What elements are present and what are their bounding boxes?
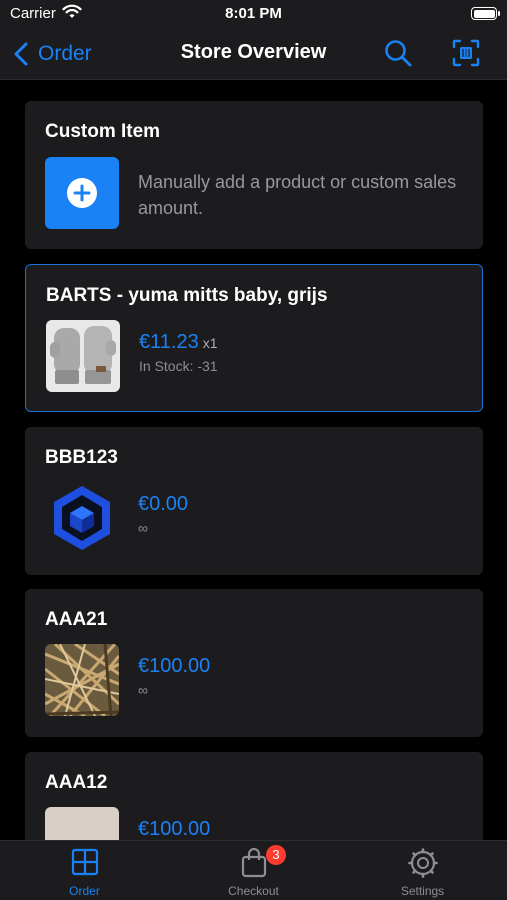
clock-time: 8:01 PM [225,5,282,22]
product-info: €11.23 x1 In Stock: -31 [139,331,218,374]
tab-order-label: Order [69,884,100,898]
product-stock: ∞ [138,520,148,536]
product-price: €100.00 [138,655,211,677]
tab-settings[interactable]: Settings [338,841,507,900]
gear-icon [407,848,438,878]
product-name: BBB123 [45,447,118,468]
tab-settings-label: Settings [400,884,445,898]
tab-order[interactable]: Order [0,841,169,900]
tab-checkout[interactable]: 3 Checkout [169,841,338,900]
tab-checkout-label: Checkout [228,884,279,898]
battery-icon [471,7,500,20]
bag-icon [241,848,266,878]
product-image [46,320,120,392]
tab-bar: Order 3 Checkout Settings [0,840,507,900]
product-image [45,644,119,716]
custom-item-description: Manually add a product or custom sales a… [138,172,457,218]
product-stock: ∞ [138,682,148,698]
product-info: €100.00 ∞ [138,655,210,698]
product-info: €100.00 [138,818,210,840]
product-card[interactable]: BBB123 €0.00 ∞ [25,427,483,575]
product-name: BARTS - yuma mitts baby, grijs [46,285,328,306]
product-price: €11.23 [139,331,199,353]
barcode-scanner-icon[interactable] [452,39,480,72]
search-icon[interactable] [384,39,412,72]
product-info: €0.00 ∞ [138,493,188,536]
product-name: AAA21 [45,609,108,630]
grid-icon [71,848,98,876]
product-card[interactable]: BARTS - yuma mitts baby, grijs €11.23 x1 … [25,264,483,412]
plus-circle-icon [67,178,97,208]
custom-item-card[interactable]: Custom Item Manually add a product or cu… [25,101,483,249]
custom-item-title: Custom Item [45,121,161,142]
status-bar: Carrier 8:01 PM [0,0,507,28]
product-list[interactable]: Custom Item Manually add a product or cu… [0,80,507,840]
navigation-bar: Order Store Overview [0,28,507,80]
product-quantity: x1 [202,335,218,351]
product-price: €100.00 [138,818,211,840]
product-stock: In Stock: -31 [139,358,218,374]
product-card[interactable]: AAA12 €100.00 [25,752,483,840]
product-image [45,807,119,840]
product-card[interactable]: AAA21 €100.00 ∞ [25,589,483,737]
page-title: Store Overview [180,41,327,63]
add-custom-item-button[interactable] [45,157,119,229]
cube-logo-icon [45,482,119,554]
product-name: AAA12 [45,772,108,793]
checkout-badge: 3 [266,845,286,865]
product-price: €0.00 [138,493,189,515]
